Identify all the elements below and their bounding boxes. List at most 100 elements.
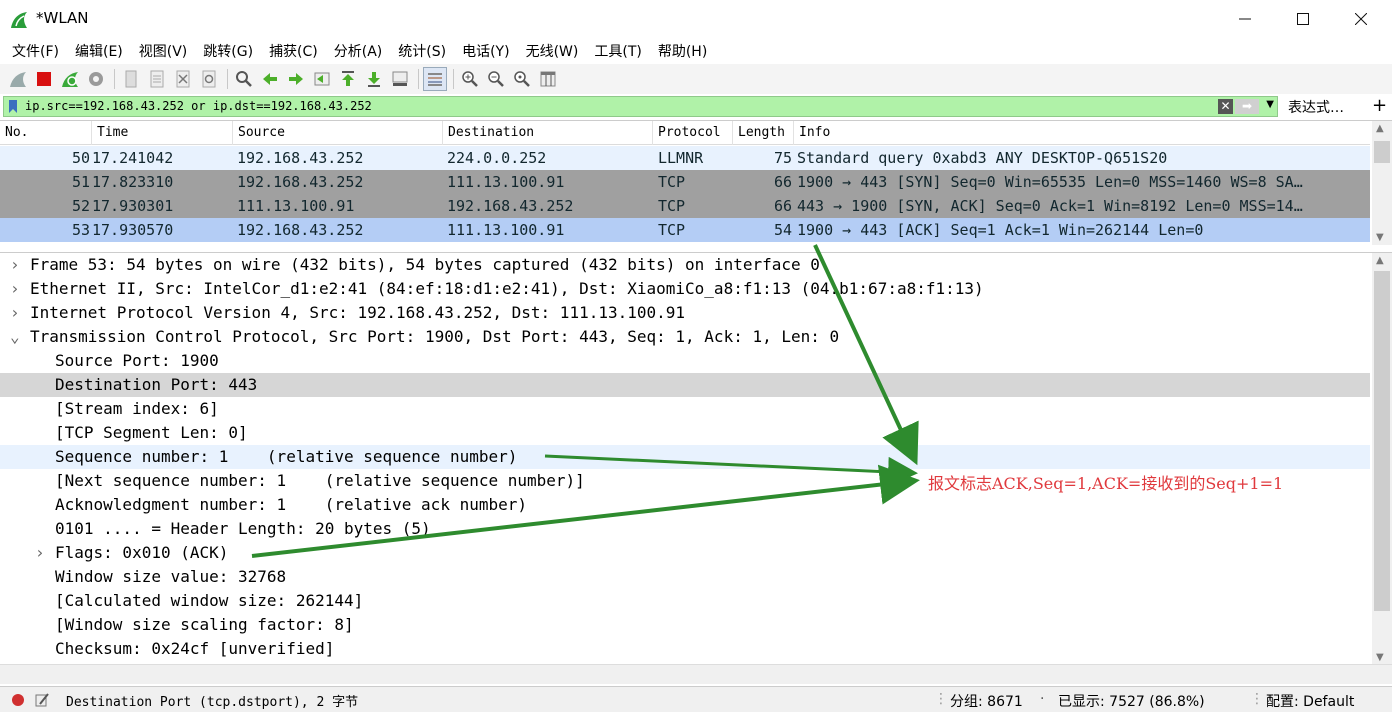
packet-cell-time: 17.930301 xyxy=(92,197,174,215)
toolbar-separator xyxy=(114,69,115,89)
maximize-button[interactable] xyxy=(1274,0,1332,38)
detail-row[interactable]: Sequence number: 1 (relative sequence nu… xyxy=(0,445,1370,469)
packet-cell-proto: LLMNR xyxy=(658,149,704,167)
packet-list-scrollbar[interactable]: ▲ ▼ xyxy=(1372,121,1392,245)
add-filter-button[interactable]: + xyxy=(1372,95,1387,116)
start-capture-button[interactable] xyxy=(6,67,30,91)
menu-help[interactable]: 帮助(H) xyxy=(650,41,715,61)
details-scrollbar[interactable]: ▲ ▼ xyxy=(1372,253,1392,664)
column-source[interactable]: Source xyxy=(233,121,443,145)
column-time[interactable]: Time xyxy=(92,121,233,145)
zoom-out-button[interactable] xyxy=(484,67,508,91)
scroll-down-icon[interactable]: ▼ xyxy=(1376,232,1384,243)
find-packet-button[interactable] xyxy=(232,67,256,91)
column-length[interactable]: Length xyxy=(733,121,794,145)
menu-edit[interactable]: 编辑(E) xyxy=(67,41,131,61)
column-destination[interactable]: Destination xyxy=(443,121,653,145)
status-divider: ⋮ xyxy=(1250,691,1264,707)
expression-button[interactable]: 表达式… xyxy=(1288,97,1344,117)
apply-filter-button[interactable]: ➡ xyxy=(1235,99,1259,114)
stop-capture-button[interactable] xyxy=(32,67,56,91)
detail-row[interactable]: › Frame 53: 54 bytes on wire (432 bits), … xyxy=(0,253,1370,277)
zoom-in-button[interactable] xyxy=(458,67,482,91)
packet-row[interactable]: 51 17.823310 192.168.43.252 111.13.100.91 TC… xyxy=(0,170,1370,194)
packet-cell-src: 192.168.43.252 xyxy=(237,173,364,191)
column-protocol[interactable]: Protocol xyxy=(653,121,733,145)
scroll-thumb[interactable] xyxy=(1374,271,1390,611)
menu-file[interactable]: 文件(F) xyxy=(4,41,67,61)
display-filter-input[interactable]: ip.src==192.168.43.252 or ip.dst==192.16… xyxy=(3,96,1278,117)
detail-row[interactable]: Window size value: 32768 xyxy=(0,565,1370,589)
arrow-right-icon xyxy=(289,73,303,85)
menu-view[interactable]: 视图(V) xyxy=(131,41,196,61)
expander-closed-icon[interactable]: › xyxy=(10,277,20,301)
scroll-up-icon[interactable]: ▲ xyxy=(1376,123,1384,134)
detail-row[interactable]: Checksum: 0x24cf [unverified] xyxy=(0,637,1370,661)
detail-text: Internet Protocol Version 4, Src: 192.16… xyxy=(30,303,686,322)
scroll-down-icon[interactable]: ▼ xyxy=(1376,652,1384,663)
capture-comment-icon[interactable] xyxy=(34,692,50,708)
expert-info-icon[interactable] xyxy=(10,692,26,708)
detail-row[interactable]: › Internet Protocol Version 4, Src: 192.1… xyxy=(0,301,1370,325)
detail-row[interactable]: 0101 .... = Header Length: 20 bytes (5) xyxy=(0,517,1370,541)
go-forward-button[interactable] xyxy=(284,67,308,91)
horizontal-scrollbar[interactable] xyxy=(0,664,1392,684)
menu-capture[interactable]: 捕获(C) xyxy=(261,41,326,61)
expander-closed-icon[interactable]: › xyxy=(10,253,20,277)
last-packet-button[interactable] xyxy=(362,67,386,91)
detail-row[interactable]: › Ethernet II, Src: IntelCor_d1:e2:41 (84… xyxy=(0,277,1370,301)
packet-row[interactable]: 53 17.930570 192.168.43.252 111.13.100.91 TC… xyxy=(0,218,1370,242)
capture-options-button[interactable] xyxy=(84,67,108,91)
go-to-packet-button[interactable] xyxy=(310,67,334,91)
auto-scroll-button[interactable] xyxy=(388,67,412,91)
restart-capture-button[interactable] xyxy=(58,67,82,91)
detail-row[interactable]: [Stream index: 6] xyxy=(0,397,1370,421)
go-back-button[interactable] xyxy=(258,67,282,91)
wireshark-fin-icon xyxy=(11,12,27,28)
detail-row[interactable]: [Calculated window size: 262144] xyxy=(0,589,1370,613)
detail-row[interactable]: Acknowledgment number: 1 (relative ack n… xyxy=(0,493,1370,517)
minimize-button[interactable] xyxy=(1216,0,1274,38)
expander-closed-icon[interactable]: › xyxy=(10,301,20,325)
packet-row[interactable]: 52 17.930301 111.13.100.91 192.168.43.252 TC… xyxy=(0,194,1370,218)
open-file-button[interactable] xyxy=(119,67,143,91)
zoom-reset-button[interactable] xyxy=(510,67,534,91)
status-profile[interactable]: 配置: Default xyxy=(1266,691,1354,711)
menu-wireless[interactable]: 无线(W) xyxy=(518,41,587,61)
detail-row[interactable]: [TCP Segment Len: 0] xyxy=(0,421,1370,445)
menu-analyze[interactable]: 分析(A) xyxy=(326,41,391,61)
filter-history-dropdown[interactable]: ▼ xyxy=(1266,99,1274,110)
menu-telephony[interactable]: 电话(Y) xyxy=(454,41,517,61)
menu-bar: 文件(F) 编辑(E) 视图(V) 跳转(G) 捕获(C) 分析(A) 统计(S… xyxy=(0,38,1392,64)
clear-filter-button[interactable]: ✕ xyxy=(1218,99,1233,114)
scroll-up-icon[interactable]: ▲ xyxy=(1376,255,1384,266)
menu-statistics[interactable]: 统计(S) xyxy=(390,41,454,61)
close-file-button[interactable] xyxy=(171,67,195,91)
reload-file-button[interactable] xyxy=(197,67,221,91)
packet-cell-src: 192.168.43.252 xyxy=(237,221,364,239)
save-file-button[interactable] xyxy=(145,67,169,91)
close-icon xyxy=(1355,13,1367,25)
menu-tools[interactable]: 工具(T) xyxy=(586,41,649,61)
expander-closed-icon[interactable]: › xyxy=(35,541,45,565)
wireshark-window: *WLAN 文件(F) 编辑(E) 视图(V) 跳转(G) 捕获(C) 分析(A… xyxy=(0,0,1392,712)
column-info[interactable]: Info xyxy=(794,121,1370,145)
close-button[interactable] xyxy=(1332,0,1390,38)
maximize-icon xyxy=(1297,13,1309,25)
bookmark-icon[interactable] xyxy=(7,99,19,114)
detail-row[interactable]: › Flags: 0x010 (ACK) xyxy=(0,541,1370,565)
resize-columns-button[interactable] xyxy=(536,67,560,91)
packet-cell-dst: 192.168.43.252 xyxy=(447,197,574,215)
colorize-button[interactable] xyxy=(423,67,447,91)
detail-row[interactable]: Destination Port: 443 xyxy=(0,373,1370,397)
detail-row[interactable]: ⌄ Transmission Control Protocol, Src Port… xyxy=(0,325,1370,349)
expander-open-icon[interactable]: ⌄ xyxy=(10,325,20,349)
first-packet-button[interactable] xyxy=(336,67,360,91)
menu-go[interactable]: 跳转(G) xyxy=(195,41,261,61)
detail-row[interactable]: [Window size scaling factor: 8] xyxy=(0,613,1370,637)
colorize-lines-icon xyxy=(428,73,442,86)
packet-row[interactable]: 50 17.241042 192.168.43.252 224.0.0.252 LLMN… xyxy=(0,146,1370,170)
scroll-thumb[interactable] xyxy=(1374,141,1390,163)
column-no[interactable]: No. xyxy=(0,121,92,145)
detail-row[interactable]: Source Port: 1900 xyxy=(0,349,1370,373)
